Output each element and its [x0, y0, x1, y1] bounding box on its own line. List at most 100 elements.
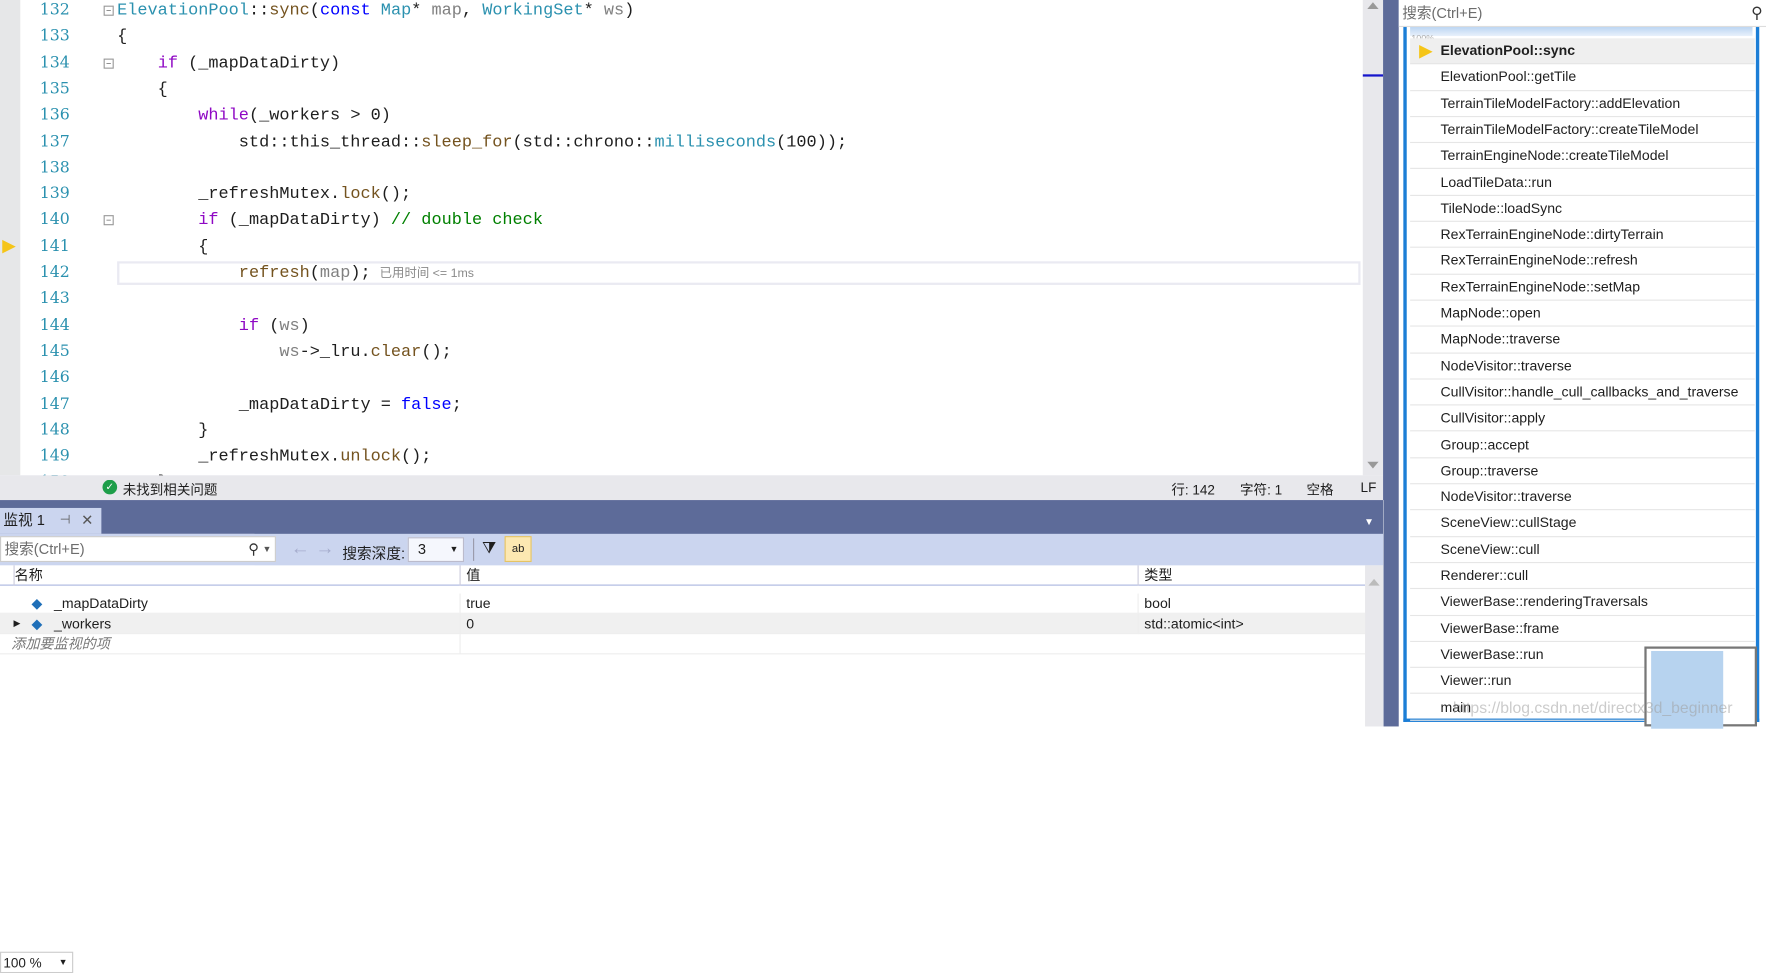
code-line[interactable]: _refreshMutex.unlock(); — [117, 444, 431, 470]
code-line[interactable]: std::this_thread::sleep_for(std::chrono:… — [117, 129, 847, 155]
call-stack-frame[interactable]: TerrainTileModelFactory::createTileModel — [1410, 117, 1755, 143]
line-number: 133 — [25, 24, 70, 50]
watch-row[interactable]: ▶ ◆ _workers 0 std::atomic<int> — [0, 614, 1365, 634]
forward-arrow-icon[interactable]: → — [315, 537, 334, 560]
call-stack-frame[interactable]: TileNode::loadSync — [1410, 196, 1755, 222]
hex-display-toggle-icon[interactable]: ab — [505, 536, 532, 562]
line-number: 135 — [25, 76, 70, 102]
back-arrow-icon[interactable]: ← — [291, 537, 310, 560]
watch-row[interactable]: ◆ _mapDataDirty true bool — [0, 594, 1365, 614]
call-stack-frame[interactable]: NodeVisitor::traverse — [1410, 353, 1755, 379]
watch-type: bool — [1138, 594, 1171, 614]
zoom-select[interactable]: 100 % ▼ — [0, 952, 73, 973]
search-depth-select[interactable]: 3 ▼ — [408, 537, 464, 562]
call-stack-frame[interactable]: RexTerrainEngineNode::refresh — [1410, 248, 1755, 274]
call-stack-frame[interactable]: Renderer::cull — [1410, 563, 1755, 589]
watch-search-input[interactable]: 搜索(Ctrl+E) ⚲ ▼ — [0, 536, 276, 562]
code-line[interactable]: { — [117, 234, 208, 260]
perf-tip[interactable]: 已用时间 <= 1ms — [380, 267, 474, 281]
call-stack-frame[interactable]: ViewerBase::frame — [1410, 616, 1755, 642]
add-watch-placeholder[interactable]: 添加要监视的项 — [11, 634, 110, 654]
column-header-name[interactable]: 名称 — [14, 565, 43, 585]
watermark: https://blog.csdn.net/directx3d_beginner — [1453, 698, 1733, 716]
line-number: 139 — [25, 181, 70, 207]
code-line[interactable]: { — [117, 24, 127, 50]
chevron-down-icon[interactable]: ▼ — [263, 537, 272, 561]
filter-pin-icon[interactable]: ⧩ — [482, 538, 496, 557]
code-line[interactable]: _refreshMutex.lock(); — [117, 181, 411, 207]
call-stack-frame[interactable]: ElevationPool::sync — [1410, 38, 1755, 64]
code-token: ); — [350, 264, 370, 283]
call-stack-frame[interactable]: CullVisitor::handle_cull_callbacks_and_t… — [1410, 379, 1755, 405]
code-line[interactable]: if (_mapDataDirty) — [117, 50, 340, 76]
indent-indicator[interactable]: 空格 — [1306, 480, 1333, 499]
scroll-up-icon[interactable] — [1367, 2, 1378, 9]
close-icon[interactable]: ✕ — [81, 508, 93, 533]
line-number: 137 — [25, 129, 70, 155]
code-token: // double check — [391, 211, 543, 230]
call-stack-frame[interactable]: SceneView::cullStage — [1410, 511, 1755, 537]
call-stack-frame[interactable]: SceneView::cull — [1410, 537, 1755, 563]
column-header-value[interactable]: 值 — [460, 565, 1136, 585]
watch-value[interactable]: true — [460, 594, 491, 614]
column-header-type[interactable]: 类型 — [1138, 565, 1173, 585]
watch-value[interactable]: 0 — [460, 614, 475, 634]
search-depth-label: 搜索深度: — [342, 542, 405, 563]
code-line[interactable]: if (ws) — [117, 313, 310, 339]
pin-icon[interactable]: ⊣ — [60, 508, 71, 533]
add-watch-row[interactable]: 添加要监视的项 — [0, 634, 1365, 654]
call-stack-frame[interactable]: ElevationPool::getTile — [1410, 65, 1755, 91]
call-stack-frame[interactable]: RexTerrainEngineNode::setMap — [1410, 274, 1755, 300]
code-line[interactable]: ws->_lru.clear(); — [117, 339, 452, 365]
search-icon[interactable]: ⚲ — [248, 537, 259, 561]
current-statement-arrow-icon — [2, 240, 16, 254]
call-stack-frame[interactable]: NodeVisitor::traverse — [1410, 484, 1755, 510]
code-token: std::this_thread:: — [117, 132, 421, 151]
line-number: 149 — [25, 444, 70, 470]
call-stack-frame[interactable]: Group::traverse — [1410, 458, 1755, 484]
code-line[interactable]: refresh(map); 已用时间 <= 1ms — [117, 260, 474, 286]
call-stack-frame[interactable]: TerrainEngineNode::createTileModel — [1410, 143, 1755, 169]
tab-watch-1[interactable]: 监视 1 ⊣ ✕ — [0, 508, 101, 534]
collapse-icon[interactable]: − — [104, 216, 114, 226]
code-token: (100)); — [776, 132, 847, 151]
code-line[interactable]: if (_mapDataDirty) // double check — [117, 208, 543, 234]
issues-status[interactable]: 未找到相关问题 — [123, 480, 218, 499]
code-token: refresh — [239, 264, 310, 283]
code-line[interactable]: } — [117, 418, 208, 444]
code-line[interactable]: { — [117, 76, 168, 102]
call-stack-frame[interactable]: Group::accept — [1410, 432, 1755, 458]
call-stack-frame[interactable]: TerrainTileModelFactory::addElevation — [1410, 91, 1755, 117]
call-stack-frame[interactable]: ViewerBase::renderingTraversals — [1410, 589, 1755, 615]
indicator-margin[interactable] — [0, 0, 20, 475]
code-token: ElevationPool — [117, 1, 249, 20]
call-stack-frame[interactable]: MapNode::open — [1410, 301, 1755, 327]
code-token: { — [117, 237, 208, 256]
code-editor[interactable]: 132 ElevationPool::sync(const Map* map, W… — [0, 0, 1383, 475]
scroll-down-icon[interactable] — [1367, 462, 1378, 469]
search-icon[interactable]: ⚲ — [1751, 0, 1763, 26]
collapse-icon[interactable]: − — [104, 58, 114, 68]
member-variable-icon: ◆ — [32, 594, 43, 614]
code-line[interactable]: _mapDataDirty = false; — [117, 391, 462, 417]
minimap-viewport[interactable] — [1651, 651, 1723, 729]
call-stack-frame[interactable]: RexTerrainEngineNode::dirtyTerrain — [1410, 222, 1755, 248]
call-stack-frame[interactable]: LoadTileData::run — [1410, 170, 1755, 196]
scroll-up-icon[interactable] — [1368, 579, 1379, 586]
code-line[interactable]: ElevationPool::sync(const Map* map, Work… — [117, 0, 634, 24]
collapse-icon[interactable]: − — [104, 6, 114, 16]
eol-indicator[interactable]: LF — [1361, 480, 1377, 496]
expand-icon[interactable]: ▶ — [14, 614, 21, 634]
code-token: clear — [371, 342, 422, 361]
editor-vertical-scrollbar[interactable] — [1363, 0, 1383, 475]
code-token — [117, 54, 158, 73]
call-stack-frame[interactable]: MapNode::traverse — [1410, 327, 1755, 353]
call-stack-frame[interactable]: CullVisitor::apply — [1410, 406, 1755, 432]
watch-vertical-scrollbar[interactable] — [1365, 565, 1383, 726]
dock-splitter[interactable] — [1383, 0, 1399, 726]
dropdown-icon[interactable]: ▼ — [1364, 516, 1374, 527]
member-variable-icon: ◆ — [32, 614, 43, 634]
code-line[interactable]: while(_workers > 0) — [117, 103, 391, 129]
check-circle-icon: ✓ — [102, 480, 117, 495]
callstack-search-input[interactable]: 搜索(Ctrl+E) ⚲ — [1399, 0, 1766, 27]
